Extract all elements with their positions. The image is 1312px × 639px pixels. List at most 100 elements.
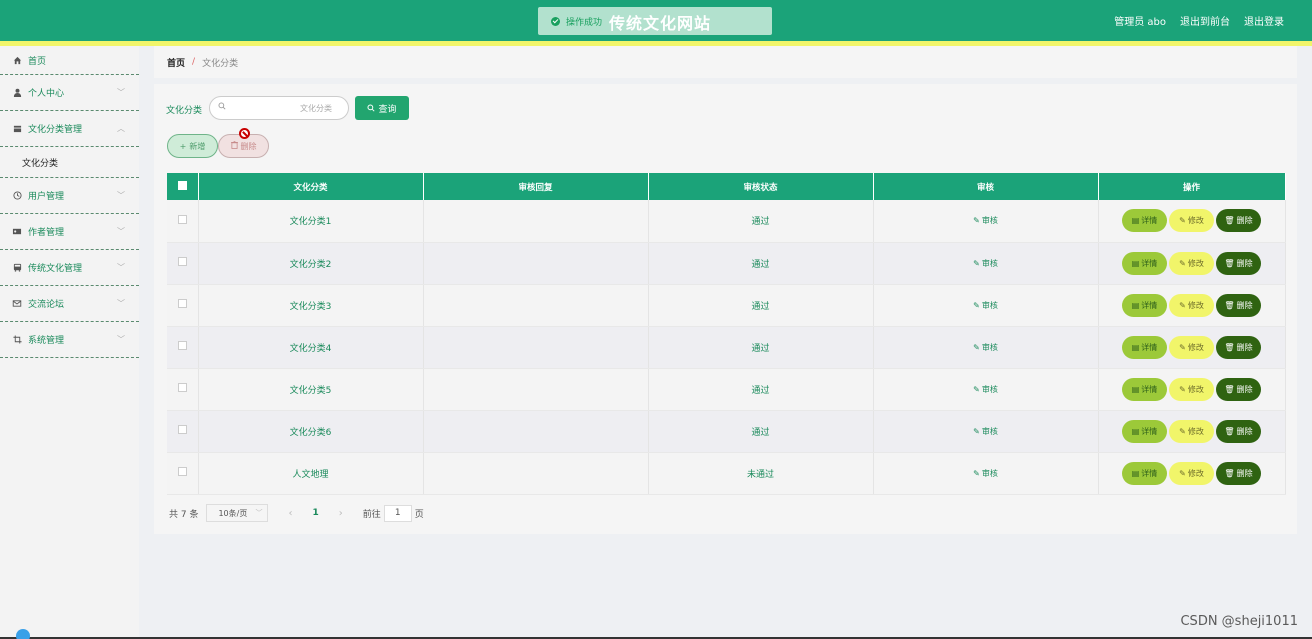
detail-button[interactable]: ▤ 详情 <box>1122 419 1167 443</box>
sidebar-item-traditional-culture-mgmt[interactable]: 传统文化管理 ﹀ <box>0 250 139 286</box>
category-cell: 文化分类2 <box>198 242 424 285</box>
sidebar-item-forum[interactable]: 交流论坛 ﹀ <box>0 286 139 322</box>
sidebar-item-label: 文化分类管理 <box>28 125 83 135</box>
sidebar-item-system-mgmt[interactable]: 系统管理 ﹀ <box>0 322 139 358</box>
search-button-label: 查询 <box>378 104 397 115</box>
home-icon <box>12 55 22 65</box>
not-allowed-cursor-icon <box>239 128 250 139</box>
detail-button[interactable]: ▤ 详情 <box>1122 251 1167 275</box>
audit-label: 审核 <box>981 216 998 226</box>
audit-cell: ✎ 审核 <box>873 200 1099 243</box>
detail-button[interactable]: ▤ 详情 <box>1122 377 1167 401</box>
column-header: 审核 <box>873 173 1099 200</box>
audit-cell: ✎ 审核 <box>873 242 1099 285</box>
delete-label: 删除 <box>1236 384 1253 394</box>
actions-cell: ▤ 详情 ✎ 修改 🗑 删除 <box>1098 242 1286 285</box>
sidebar: 首页 个人中心 ﹀ 文化分类管理 ︿ 文化分类 用户管理 ﹀ 作者管理 ﹀ 传统… <box>0 46 139 639</box>
row-checkbox[interactable] <box>177 383 187 392</box>
table-row: 人文地理 未通过 ✎ 审核 ▤ 详情 ✎ 修改 🗑 删除 <box>167 452 1286 495</box>
sidebar-item-personal-center[interactable]: 个人中心 ﹀ <box>0 75 139 111</box>
search-button[interactable]: 查询 <box>355 96 409 120</box>
search-label: 文化分类 <box>166 106 203 116</box>
delete-button[interactable]: 🗑 删除 <box>1216 251 1261 275</box>
delete-button[interactable]: 🗑 删除 <box>1216 419 1261 443</box>
audit-label: 审核 <box>981 342 998 352</box>
breadcrumb-home[interactable]: 首页 <box>167 56 185 69</box>
table-row: 文化分类2 通过 ✎ 审核 ▤ 详情 ✎ 修改 🗑 删除 <box>167 242 1286 285</box>
pencil-icon: ✎ <box>973 468 980 478</box>
edit-button[interactable]: ✎ 修改 <box>1169 419 1214 443</box>
delete-button[interactable]: 🗑 删除 <box>1216 209 1261 233</box>
add-button[interactable]: + 新增 <box>167 134 218 158</box>
edit-button[interactable]: ✎ 修改 <box>1169 461 1214 485</box>
chevron-down-icon: ﹀ <box>117 335 125 344</box>
next-page-button[interactable]: › <box>339 508 343 519</box>
search-input[interactable] <box>234 100 344 116</box>
sidebar-item-label: 文化分类 <box>22 158 59 169</box>
edit-button[interactable]: ✎ 修改 <box>1169 293 1214 317</box>
current-page[interactable]: 1 <box>312 508 318 518</box>
audit-link[interactable]: ✎ 审核 <box>973 216 998 225</box>
audit-link[interactable]: ✎ 审核 <box>973 301 998 310</box>
audit-cell: ✎ 审核 <box>873 326 1099 369</box>
detail-button[interactable]: ▤ 详情 <box>1122 293 1167 317</box>
row-checkbox[interactable] <box>177 425 187 434</box>
audit-link[interactable]: ✎ 审核 <box>973 343 998 352</box>
chevron-down-icon: ﹀ <box>117 191 125 200</box>
sidebar-subitem-culture-category[interactable]: 文化分类 <box>0 147 139 178</box>
crop-icon <box>12 335 22 345</box>
sidebar-item-label: 系统管理 <box>28 336 65 346</box>
scroll-indicator[interactable] <box>16 629 30 639</box>
prev-page-button[interactable]: ‹ <box>288 508 292 519</box>
status-cell: 通过 <box>648 326 874 369</box>
actions-cell: ▤ 详情 ✎ 修改 🗑 删除 <box>1098 368 1286 411</box>
category-cell: 文化分类3 <box>198 284 424 327</box>
status-cell: 通过 <box>648 368 874 411</box>
logout-link[interactable]: 退出登录 <box>1244 13 1284 28</box>
audit-cell: ✎ 审核 <box>873 452 1099 495</box>
row-checkbox[interactable] <box>177 214 187 224</box>
document-icon: ▤ <box>1131 216 1140 226</box>
delete-button[interactable]: 🗑 删除 <box>1216 377 1261 401</box>
select-all-checkbox[interactable] <box>177 180 187 190</box>
edit-button[interactable]: ✎ 修改 <box>1169 209 1214 233</box>
delete-button[interactable]: 🗑 删除 <box>1216 335 1261 359</box>
pencil-icon: ✎ <box>973 216 980 226</box>
add-button-label: 新增 <box>189 141 206 151</box>
delete-button[interactable]: 🗑 删除 <box>1216 293 1261 317</box>
row-checkbox[interactable] <box>177 257 187 266</box>
edit-button[interactable]: ✎ 修改 <box>1169 251 1214 275</box>
edit-button[interactable]: ✎ 修改 <box>1169 335 1214 359</box>
detail-button[interactable]: ▤ 详情 <box>1122 461 1167 485</box>
delete-label: 删除 <box>1236 426 1253 436</box>
detail-button[interactable]: ▤ 详情 <box>1122 335 1167 359</box>
row-checkbox[interactable] <box>177 467 187 476</box>
goto-page-input[interactable]: 1 <box>383 504 412 522</box>
row-checkbox[interactable] <box>177 299 187 308</box>
search-field[interactable] <box>209 96 349 120</box>
document-icon: ▤ <box>1131 426 1140 436</box>
edit-label: 修改 <box>1187 258 1204 268</box>
chevron-down-icon: ﹀ <box>255 509 263 517</box>
row-checkbox[interactable] <box>177 341 187 350</box>
delete-button[interactable]: 🗑 删除 <box>1216 461 1261 485</box>
sidebar-item-user-mgmt[interactable]: 用户管理 ﹀ <box>0 178 139 214</box>
back-to-front-link[interactable]: 退出到前台 <box>1180 13 1230 28</box>
sidebar-item-home[interactable]: 首页 <box>0 46 139 75</box>
search-icon <box>218 102 226 113</box>
audit-link[interactable]: ✎ 审核 <box>973 469 998 478</box>
audit-link[interactable]: ✎ 审核 <box>973 385 998 394</box>
audit-link[interactable]: ✎ 审核 <box>973 427 998 436</box>
main-content: 文化分类 查询 + 新增 删除 <box>154 84 1297 534</box>
goto-label: 前往 <box>362 509 381 520</box>
detail-button[interactable]: ▤ 详情 <box>1122 209 1167 233</box>
sidebar-item-author-mgmt[interactable]: 作者管理 ﹀ <box>0 214 139 250</box>
edit-button[interactable]: ✎ 修改 <box>1169 377 1214 401</box>
table-row: 文化分类6 通过 ✎ 审核 ▤ 详情 ✎ 修改 🗑 删除 <box>167 410 1286 453</box>
sidebar-item-culture-category-mgmt[interactable]: 文化分类管理 ︿ <box>0 111 139 147</box>
data-table: 文化分类 审核回复 审核状态 审核 操作 文化分类1 通过 ✎ 审核 ▤ 详情 ✎ 修改 🗑 删除… <box>167 173 1286 495</box>
status-cell: 通过 <box>648 410 874 453</box>
audit-link[interactable]: ✎ 审核 <box>973 259 998 268</box>
total-count: 共 7 条 <box>169 509 199 520</box>
page-size-select[interactable]: 10条/页 ﹀ <box>206 504 269 522</box>
